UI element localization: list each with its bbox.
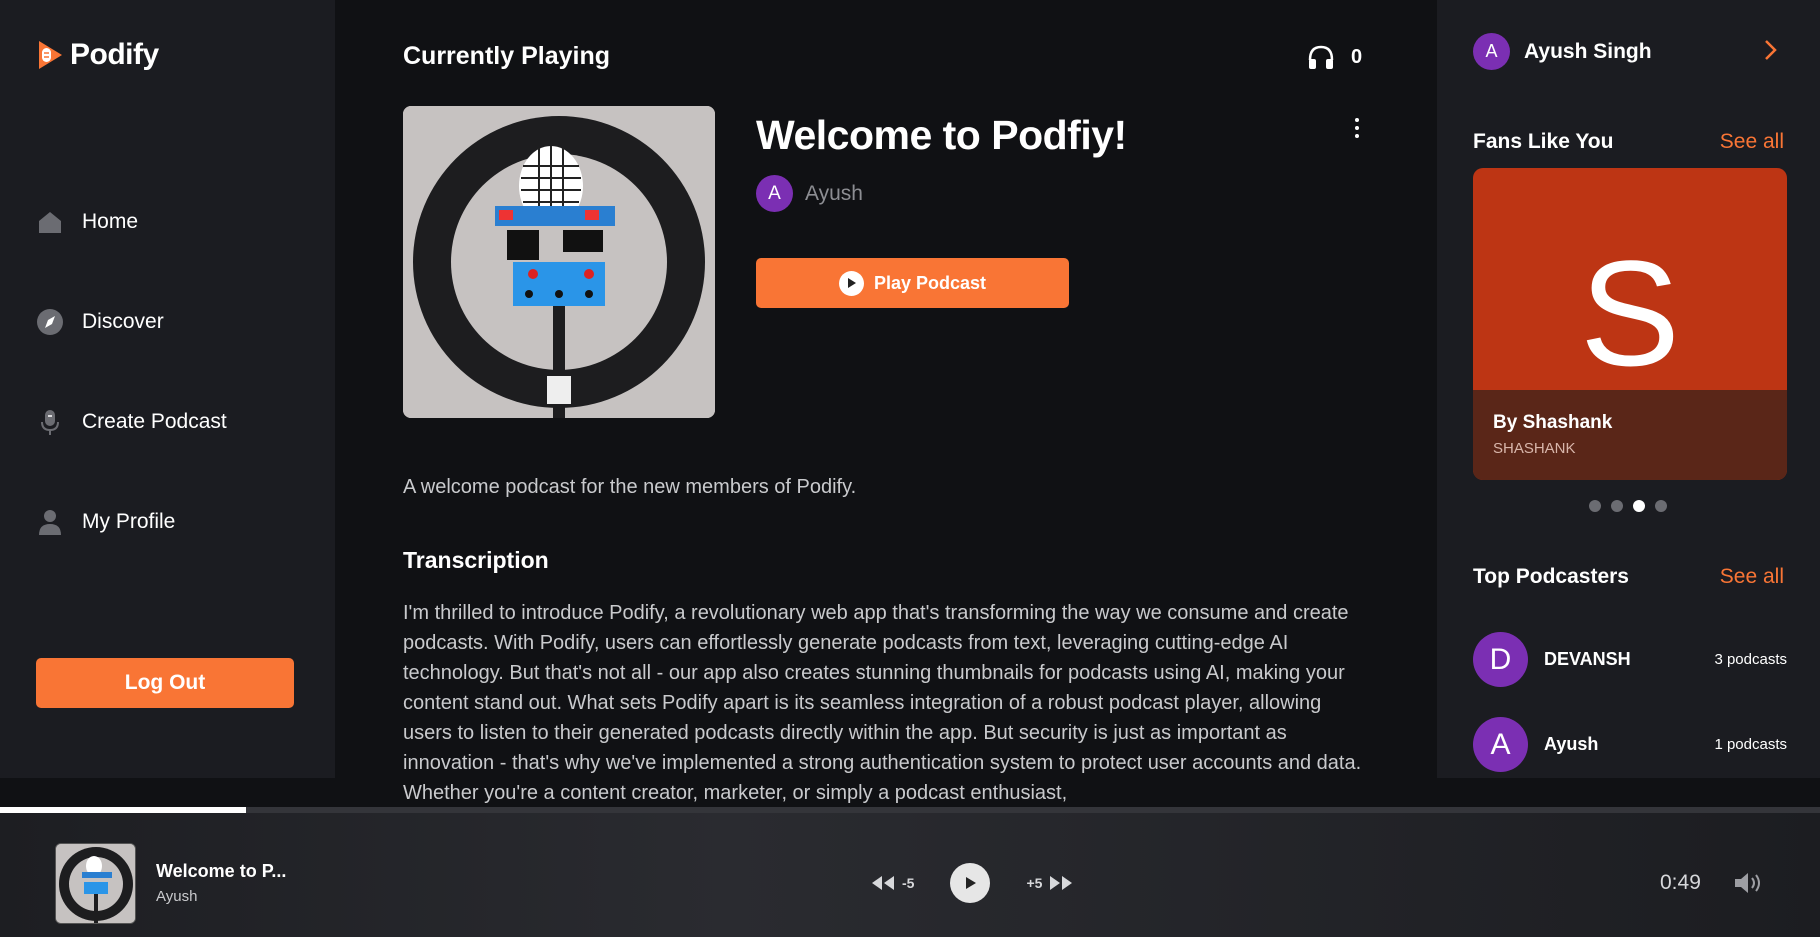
player-author: Ayush <box>156 888 198 905</box>
podcaster-row[interactable]: A Ayush 1 podcasts <box>1473 717 1787 772</box>
microphone-icon <box>36 408 64 436</box>
user-name: Ayush Singh <box>1524 39 1652 63</box>
fan-card-initial: S <box>1579 229 1681 397</box>
fans-see-all-link[interactable]: See all <box>1720 130 1784 154</box>
player-title: Welcome to P... <box>156 861 287 881</box>
rewind-label: -5 <box>902 875 915 891</box>
volume-icon[interactable] <box>1733 871 1763 900</box>
sidebar-item-create-podcast[interactable]: Create Podcast <box>36 372 227 472</box>
sidebar-item-label: Discover <box>82 310 164 333</box>
compass-icon <box>36 308 64 336</box>
podcast-title: Welcome to Podfiy! <box>756 112 1127 158</box>
player-time: 0:49 <box>1660 871 1701 894</box>
page-title: Currently Playing <box>403 42 610 70</box>
user-profile-link[interactable]: A Ayush Singh <box>1473 33 1652 70</box>
podcaster-count: 1 podcasts <box>1714 736 1787 753</box>
rewind-icon[interactable]: -5 <box>870 875 914 891</box>
play-podcast-label: Play Podcast <box>873 272 987 293</box>
podcaster-count: 3 podcasts <box>1714 651 1787 668</box>
podcast-description: A welcome podcast for the new members of… <box>403 476 857 498</box>
listener-count: 0 <box>1307 44 1362 70</box>
carousel-dot[interactable] <box>1655 500 1667 512</box>
sidebar-item-label: Home <box>82 210 139 233</box>
transcription-heading: Transcription <box>403 547 549 573</box>
right-sidebar: A Ayush Singh Fans Like You See all S By… <box>1437 0 1820 778</box>
podcast-cover-image <box>403 106 715 418</box>
avatar: A <box>756 175 793 212</box>
home-icon <box>36 208 64 236</box>
fan-card-subtitle: SHASHANK <box>1493 440 1576 457</box>
forward-icon[interactable]: +5 <box>1026 875 1074 891</box>
sidebar-item-discover[interactable]: Discover <box>36 272 227 372</box>
podcaster-name: DEVANSH <box>1544 649 1631 669</box>
sidebar-item-label: Create Podcast <box>82 410 227 433</box>
logout-button[interactable]: Log Out <box>36 658 294 708</box>
fan-card[interactable]: S By Shashank SHASHANK <box>1473 168 1787 480</box>
fan-card-info: By Shashank SHASHANK <box>1473 390 1787 480</box>
top-podcasters-title: Top Podcasters <box>1473 565 1629 588</box>
headphones-icon <box>1308 45 1334 69</box>
carousel-dot-active[interactable] <box>1633 500 1645 512</box>
author-name: Ayush <box>805 181 863 205</box>
play-icon <box>838 270 864 296</box>
player-controls: -5 +5 <box>870 863 1074 903</box>
carousel-dot[interactable] <box>1589 500 1601 512</box>
podcaster-name: Ayush <box>1544 734 1599 754</box>
play-icon <box>966 877 977 889</box>
play-podcast-button[interactable]: Play Podcast <box>756 258 1069 308</box>
logo[interactable]: Podify <box>36 38 159 72</box>
podcast-author[interactable]: A Ayush <box>756 175 863 212</box>
sidebar-item-home[interactable]: Home <box>36 172 227 272</box>
podcaster-row[interactable]: D DEVANSH 3 podcasts <box>1473 632 1787 687</box>
main-content: Currently Playing 0 Welcome to Podfiy! A… <box>335 0 1437 808</box>
sidebar-item-label: My Profile <box>82 510 176 533</box>
sidebar: Podify Home Discover Create Podcast My P… <box>0 0 335 778</box>
sidebar-nav: Home Discover Create Podcast My Profile <box>36 172 227 572</box>
carousel-dots <box>1589 500 1667 512</box>
user-icon <box>36 508 64 536</box>
player-cover-image <box>55 843 136 924</box>
fan-card-title: By Shashank <box>1493 412 1613 433</box>
chevron-right-icon[interactable] <box>1763 38 1779 67</box>
brand-name: Podify <box>70 38 159 71</box>
podify-logo-icon <box>39 41 62 69</box>
avatar: A <box>1473 717 1528 772</box>
more-options-icon[interactable] <box>1347 116 1367 140</box>
carousel-dot[interactable] <box>1611 500 1623 512</box>
player-play-button[interactable] <box>950 863 991 903</box>
sidebar-item-my-profile[interactable]: My Profile <box>36 472 227 572</box>
transcription-text: I'm thrilled to introduce Podify, a revo… <box>403 602 1362 804</box>
avatar: D <box>1473 632 1528 687</box>
avatar: A <box>1473 33 1510 70</box>
listener-count-value: 0 <box>1351 45 1363 68</box>
podcast-player: Welcome to P... Ayush -5 +5 0:49 <box>0 813 1820 937</box>
fans-like-you-title: Fans Like You <box>1473 130 1614 153</box>
podcasters-see-all-link[interactable]: See all <box>1720 565 1784 589</box>
forward-label: +5 <box>1026 875 1043 891</box>
